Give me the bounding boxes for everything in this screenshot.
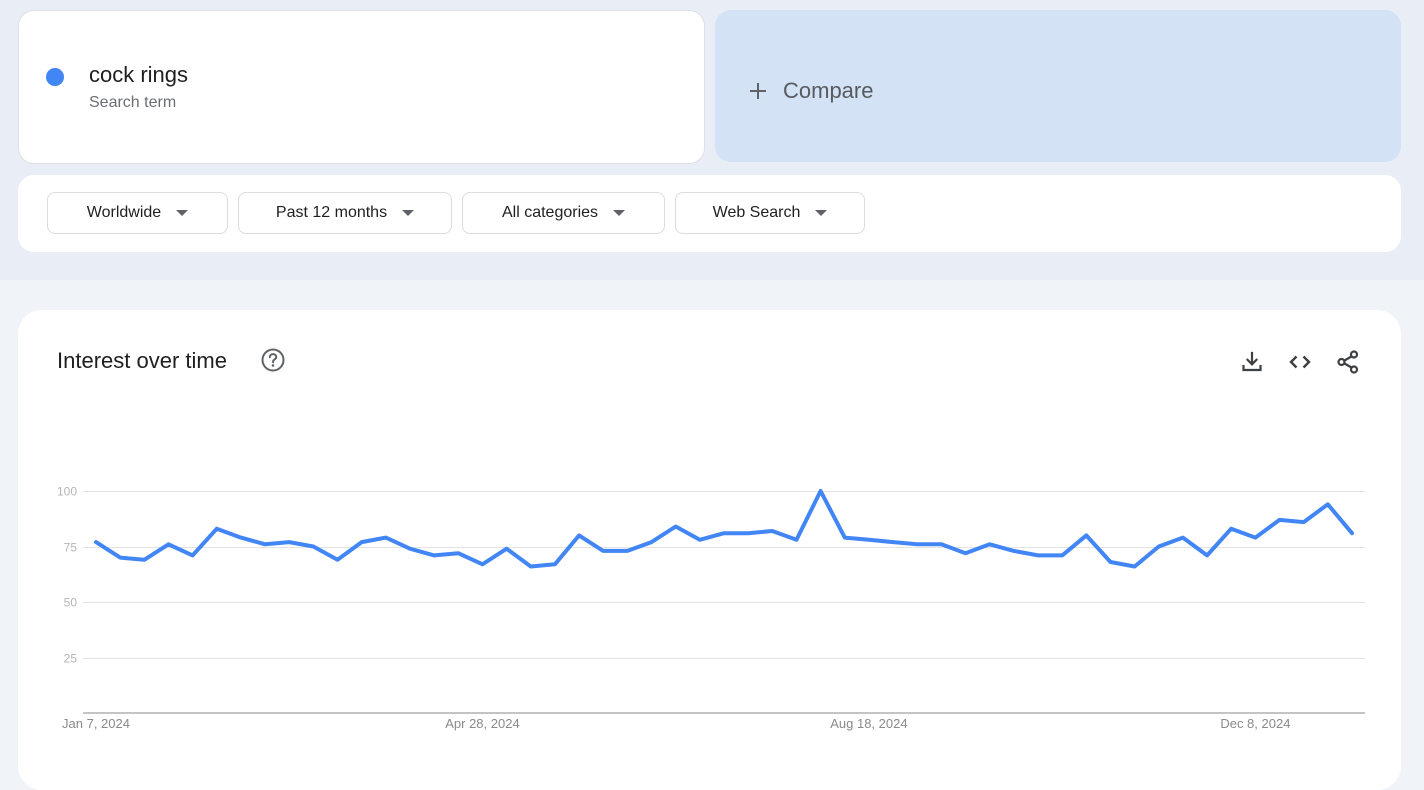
filter-category-label: All categories — [501, 204, 599, 221]
data-point — [526, 562, 536, 572]
data-point — [478, 559, 488, 569]
data-point — [1323, 499, 1333, 509]
data-point — [188, 550, 198, 560]
search-term-card[interactable]: cock rings Search term — [18, 10, 705, 164]
series-color-dot — [46, 68, 64, 86]
data-point — [1178, 533, 1188, 543]
filter-location-dropdown[interactable]: Worldwide — [47, 192, 228, 234]
data-point — [308, 542, 318, 552]
x-tick-label: Apr 28, 2024 — [445, 716, 519, 731]
compare-label: Compare — [783, 78, 874, 103]
data-point — [840, 533, 850, 543]
caret-down-icon — [815, 210, 828, 216]
data-point — [453, 548, 463, 558]
x-tick-label: Jan 7, 2024 — [62, 716, 130, 731]
filter-category-dropdown[interactable]: All categories — [462, 192, 665, 234]
interest-over-time-card: Interest over time 25 50 75 100 Jan 7, 2024 A… — [18, 310, 1401, 790]
x-tick-label: Dec 8, 2024 — [1220, 716, 1290, 731]
data-point — [1250, 533, 1260, 543]
caret-down-icon — [176, 210, 189, 216]
y-tick-label: 75 — [64, 541, 78, 555]
data-point — [1226, 524, 1236, 534]
data-point — [236, 533, 246, 543]
filter-time-range-dropdown[interactable]: Past 12 months — [238, 192, 452, 234]
data-point — [1130, 562, 1140, 572]
data-point — [1033, 550, 1043, 560]
filter-search-type-label: Web Search — [712, 204, 801, 221]
data-point — [333, 555, 343, 565]
data-point — [1057, 550, 1067, 560]
search-term-type: Search term — [89, 94, 177, 111]
data-point — [357, 537, 367, 547]
data-point — [139, 555, 149, 565]
data-point — [260, 539, 270, 549]
plus-icon — [750, 83, 766, 99]
data-point — [164, 539, 174, 549]
data-point — [936, 539, 946, 549]
data-point — [647, 537, 657, 547]
data-point — [91, 537, 101, 547]
y-tick-label: 25 — [64, 652, 78, 666]
data-point — [985, 539, 995, 549]
data-point — [115, 553, 125, 563]
data-point — [1081, 530, 1091, 540]
data-point — [381, 533, 391, 543]
data-point — [912, 539, 922, 549]
data-point — [1154, 542, 1164, 552]
caret-down-icon — [402, 210, 415, 216]
data-point — [767, 526, 777, 536]
y-tick-label: 100 — [57, 485, 77, 499]
x-tick-label: Aug 18, 2024 — [830, 716, 907, 731]
data-point — [429, 550, 439, 560]
data-point — [792, 535, 802, 545]
data-point — [574, 530, 584, 540]
data-point — [622, 546, 632, 556]
search-term-label[interactable]: cock rings — [89, 61, 188, 89]
interest-line-chart: 25 50 75 100 Jan 7, 2024 Apr 28, 2024 Aug 18, … — [57, 485, 1365, 731]
data-point — [671, 522, 681, 532]
data-point — [1347, 528, 1357, 538]
data-point — [1275, 515, 1285, 525]
filter-time-range-label: Past 12 months — [275, 204, 388, 221]
data-point — [598, 546, 608, 556]
data-point — [864, 535, 874, 545]
data-point — [695, 535, 705, 545]
data-point — [284, 537, 294, 547]
filter-search-type-dropdown[interactable]: Web Search — [675, 192, 865, 234]
compare-button[interactable]: Compare — [715, 10, 1401, 162]
caret-down-icon — [613, 210, 626, 216]
data-point — [405, 544, 415, 554]
data-point — [1009, 546, 1019, 556]
data-point — [961, 548, 971, 558]
y-tick-label: 50 — [64, 596, 78, 610]
data-point — [1202, 550, 1212, 560]
data-point — [502, 544, 512, 554]
data-point — [816, 486, 826, 496]
data-point — [212, 524, 222, 534]
filter-bar: Worldwide Past 12 months All categories … — [18, 175, 1401, 252]
data-point — [1299, 517, 1309, 527]
data-point — [743, 528, 753, 538]
filter-location-label: Worldwide — [86, 204, 162, 221]
data-point — [719, 528, 729, 538]
data-point — [550, 559, 560, 569]
data-point — [888, 537, 898, 547]
data-point — [1106, 557, 1116, 567]
